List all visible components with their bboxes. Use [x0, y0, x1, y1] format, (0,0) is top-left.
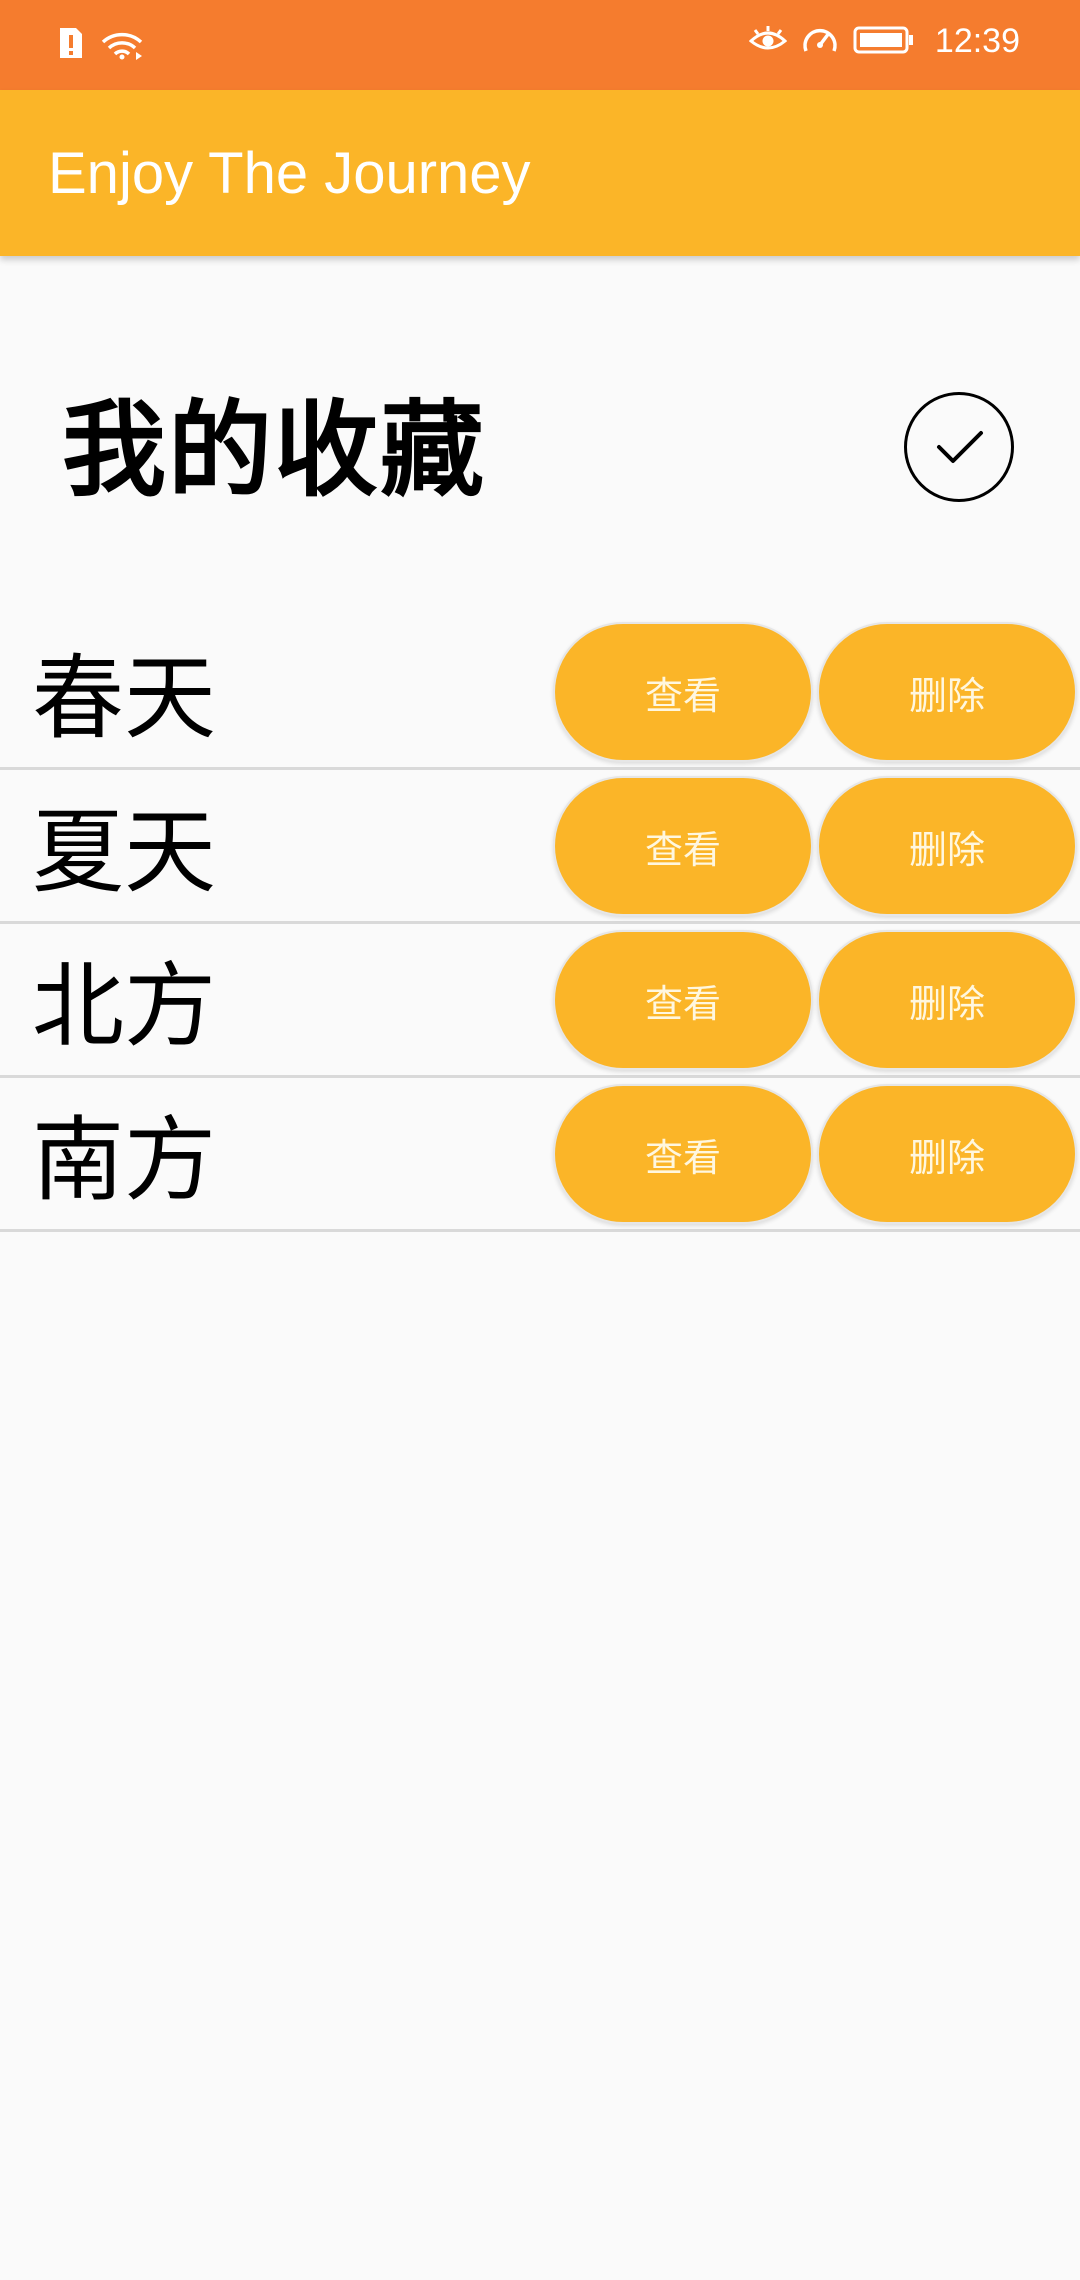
item-title: 北方 — [32, 953, 217, 1060]
view-button[interactable]: 查看 — [553, 776, 813, 916]
list-item: 春天 查看 删除 — [0, 616, 1080, 770]
battery-icon — [853, 25, 915, 59]
status-right-icons: 12:39 — [748, 22, 1020, 61]
view-button[interactable]: 查看 — [553, 622, 813, 762]
eye-icon — [748, 25, 788, 59]
status-time: 12:39 — [934, 22, 1020, 60]
status-bar: 12:39 — [0, 0, 1080, 90]
check-circle-icon[interactable] — [904, 392, 1014, 502]
delete-button[interactable]: 删除 — [817, 776, 1077, 916]
list-item: 北方 查看 删除 — [0, 924, 1080, 1078]
app-title: Enjoy The Journey — [48, 141, 531, 206]
app-bar: Enjoy The Journey — [0, 90, 1080, 256]
view-button[interactable]: 查看 — [553, 1084, 813, 1224]
item-title: 南方 — [32, 1107, 217, 1214]
delete-button[interactable]: 删除 — [817, 622, 1077, 762]
page-title: 我的收藏 — [62, 389, 487, 511]
status-left-icons — [58, 26, 146, 64]
delete-button[interactable]: 删除 — [817, 1084, 1077, 1224]
wifi-icon — [100, 26, 146, 64]
list-item: 南方 查看 删除 — [0, 1078, 1080, 1232]
sim-alert-icon — [58, 26, 84, 64]
speed-icon — [801, 23, 839, 61]
favorites-list: 春天 查看 删除 夏天 查看 删除 北方 查看 删除 南方 查看 删除 — [0, 616, 1080, 1232]
list-item: 夏天 查看 删除 — [0, 770, 1080, 924]
delete-button[interactable]: 删除 — [817, 930, 1077, 1070]
item-title: 春天 — [32, 645, 217, 752]
view-button[interactable]: 查看 — [553, 930, 813, 1070]
item-title: 夏天 — [32, 799, 217, 906]
